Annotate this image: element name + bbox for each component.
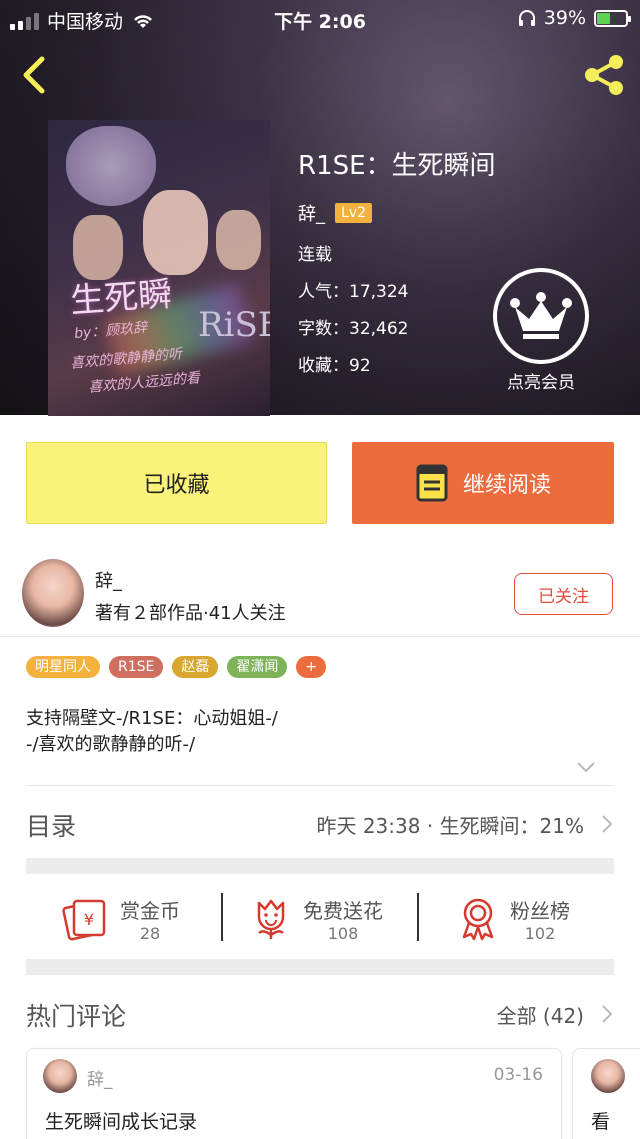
tag[interactable]: 翟潇闻: [227, 656, 288, 678]
book-icon: [416, 464, 448, 502]
follow-button[interactable]: 已关注: [514, 573, 613, 615]
stat-label: 免费送花: [303, 899, 383, 923]
all-comments-link[interactable]: 全部 (42): [497, 1000, 584, 1029]
commenter-avatar: [591, 1059, 625, 1093]
fan-ranking-button[interactable]: 粉丝榜 102: [458, 889, 570, 949]
tag[interactable]: R1SE: [109, 656, 164, 678]
share-button[interactable]: [582, 52, 628, 98]
commenter-name: 辞_: [87, 1070, 113, 1090]
share-icon: [585, 55, 623, 95]
cover-heart: [66, 126, 156, 206]
author-link[interactable]: 辞_: [298, 200, 325, 226]
book-cover[interactable]: 生死瞬 RiSE by：顾玖辞 喜欢的歌静静的听 喜欢的人远远的看: [48, 120, 270, 416]
support-actions: ¥ 赏金币 28 免费送花 108 粉丝榜 102: [26, 889, 614, 949]
favorite-count: 收藏：92: [298, 356, 371, 376]
battery-icon: [594, 9, 631, 27]
stat-divider: [417, 893, 419, 941]
status-bar: 中国移动 下午 2:06 39%: [0, 0, 640, 38]
back-button[interactable]: [16, 55, 52, 95]
stat-divider: [221, 893, 223, 941]
continue-reading-button[interactable]: 继续阅读: [352, 442, 614, 524]
reward-coins-button[interactable]: ¥ 赏金币 28: [62, 889, 180, 949]
comment-card[interactable]: 看: [572, 1048, 640, 1139]
add-tag-button[interactable]: +: [296, 656, 327, 678]
battery-percent: 39%: [543, 7, 586, 29]
red-envelope-icon: ¥: [62, 899, 106, 941]
continue-reading-label: 继续阅读: [462, 473, 551, 498]
word-count: 字数：32,462: [298, 319, 409, 339]
tag[interactable]: 赵磊: [172, 656, 219, 678]
latest-chapter: 昨天 23:38 · 生死瞬间：21%: [316, 814, 584, 838]
hot-comments-header[interactable]: 热门评论 全部 (42): [26, 995, 614, 1035]
toc-title: 目录: [26, 812, 77, 841]
tag-list: 明星同人 R1SE 赵磊 翟潇闻 +: [26, 656, 327, 678]
headphones-icon: [518, 10, 535, 26]
tag[interactable]: 明星同人: [26, 656, 100, 678]
author-card[interactable]: 辞_ 著有２部作品·41人关注 已关注: [0, 555, 640, 639]
hot-comments-title: 热门评论: [26, 1002, 127, 1031]
chevron-right-icon: [602, 815, 613, 833]
send-flower-button[interactable]: 免费送花 108: [251, 889, 383, 949]
section-divider: [26, 959, 614, 975]
book-description: 支持隔壁文-/R1SE：心动姐姐-/ -/喜欢的歌静静的听-/: [26, 706, 278, 758]
table-of-contents-row[interactable]: 目录 昨天 23:38 · 生死瞬间：21%: [26, 803, 614, 843]
stat-label: 粉丝榜: [510, 899, 570, 923]
section-divider: [26, 858, 614, 874]
crown-icon: [510, 292, 572, 339]
author-meta: 著有２部作品·41人关注: [95, 603, 286, 624]
serial-status: 连载: [298, 245, 332, 265]
comment-date: 03-16: [493, 1065, 543, 1085]
comment-text: 生死瞬间成长记录: [45, 1111, 198, 1133]
level-badge: Lv2: [335, 203, 372, 223]
cover-rise: RiSE: [198, 305, 270, 345]
book-detail-body: 已收藏 继续阅读 辞_ 著有２部作品·41人关注 已关注 明星同人 R1SE 赵…: [0, 415, 640, 1139]
medal-icon: [462, 898, 494, 941]
book-title: R1SE：生死瞬间: [298, 151, 496, 181]
stat-label: 赏金币: [120, 899, 180, 923]
comment-text: 看: [591, 1111, 611, 1133]
commenter-avatar: [43, 1059, 77, 1093]
author-name[interactable]: 辞_: [95, 567, 122, 593]
favorited-button[interactable]: 已收藏: [26, 442, 327, 524]
expand-description-icon[interactable]: [576, 760, 596, 774]
popularity-count: 人气：17,324: [298, 282, 409, 302]
divider: [26, 785, 614, 786]
cover-title: 生死瞬: [68, 274, 174, 322]
author-avatar[interactable]: [22, 559, 84, 627]
chevron-right-icon: [602, 1005, 613, 1023]
divider: [0, 636, 640, 637]
comment-card[interactable]: 辞_ 03-16 生死瞬间成长记录: [26, 1048, 562, 1139]
description-line: 支持隔壁文-/R1SE：心动姐姐-/: [26, 708, 278, 729]
description-line: -/喜欢的歌静静的听-/: [26, 734, 196, 755]
flower-icon: [257, 899, 285, 939]
stat-value: 102: [524, 924, 556, 943]
vip-button[interactable]: 点亮会员: [493, 268, 589, 393]
svg-text:¥: ¥: [84, 910, 94, 929]
book-info: R1SE：生死瞬间 辞_ Lv2 连载 人气：17,324 字数：32,462 …: [298, 145, 496, 388]
chevron-left-icon: [23, 56, 45, 94]
stat-value: 28: [139, 924, 161, 943]
cover-line2: 喜欢的人远远的看: [87, 370, 201, 396]
stat-value: 108: [327, 924, 359, 943]
vip-label: 点亮会员: [507, 373, 575, 393]
